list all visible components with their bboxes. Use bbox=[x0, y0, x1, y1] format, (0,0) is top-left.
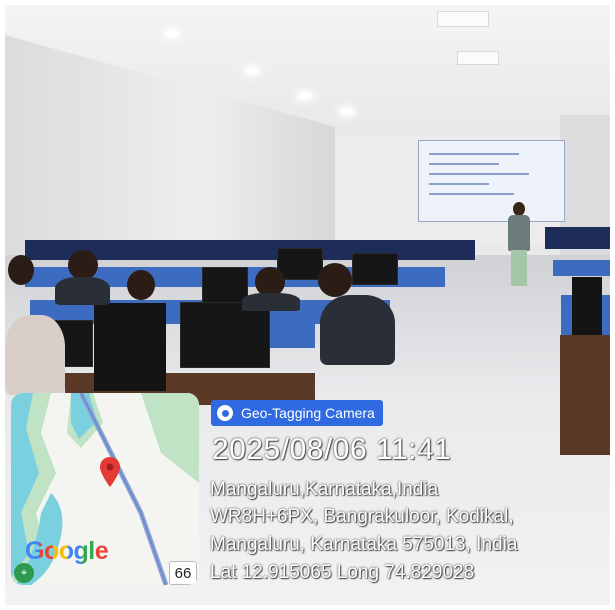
map-pin-icon bbox=[100, 457, 120, 487]
ceiling-light bbox=[340, 109, 354, 115]
desk-surface bbox=[560, 335, 610, 455]
student-head bbox=[68, 250, 98, 280]
geo-tagging-badge: Geo-Tagging Camera bbox=[211, 400, 383, 426]
ceiling-panel bbox=[457, 51, 499, 65]
camera-icon bbox=[217, 405, 233, 421]
student bbox=[320, 295, 395, 365]
student bbox=[55, 277, 110, 305]
instructor-head bbox=[513, 202, 525, 216]
projector-screen bbox=[418, 140, 565, 222]
google-logo: Google bbox=[25, 537, 109, 566]
route-badge: 66 bbox=[169, 561, 197, 585]
monitor bbox=[202, 267, 248, 303]
badge-label: Geo-Tagging Camera bbox=[241, 405, 375, 421]
student-head bbox=[318, 263, 352, 297]
address-line: Mangaluru,Karnataka,India bbox=[210, 479, 439, 500]
address-line: WR8H+6PX, Bangrakuloor, Kodikal, bbox=[210, 506, 514, 527]
map-location-icon: ⌖ bbox=[14, 563, 34, 583]
datetime-stamp: 2025/08/06 11:41 bbox=[212, 433, 452, 466]
ceiling-light bbox=[245, 68, 259, 74]
student bbox=[5, 315, 65, 395]
student-head bbox=[8, 255, 34, 285]
monitor bbox=[277, 248, 323, 280]
pc-tower bbox=[572, 277, 602, 337]
google-logo-text: Google bbox=[25, 537, 109, 565]
ceiling-panel bbox=[437, 11, 489, 27]
ceiling-light bbox=[298, 93, 312, 99]
coordinates-line: Lat 12.915065 Long 74.829028 bbox=[210, 562, 475, 583]
student-head bbox=[127, 270, 155, 300]
address-line: Mangaluru, Karnataka 575013, India bbox=[210, 534, 518, 555]
ceiling-light bbox=[165, 31, 179, 37]
instructor-legs bbox=[511, 250, 527, 286]
desk-divider bbox=[553, 260, 610, 276]
map-thumbnail[interactable]: Google ⌖ 66 bbox=[11, 393, 199, 585]
monitor bbox=[352, 253, 398, 285]
monitor bbox=[180, 302, 270, 368]
instructor bbox=[508, 215, 530, 251]
student bbox=[242, 293, 300, 311]
desk-row bbox=[545, 227, 610, 249]
pc-tower bbox=[94, 303, 166, 391]
